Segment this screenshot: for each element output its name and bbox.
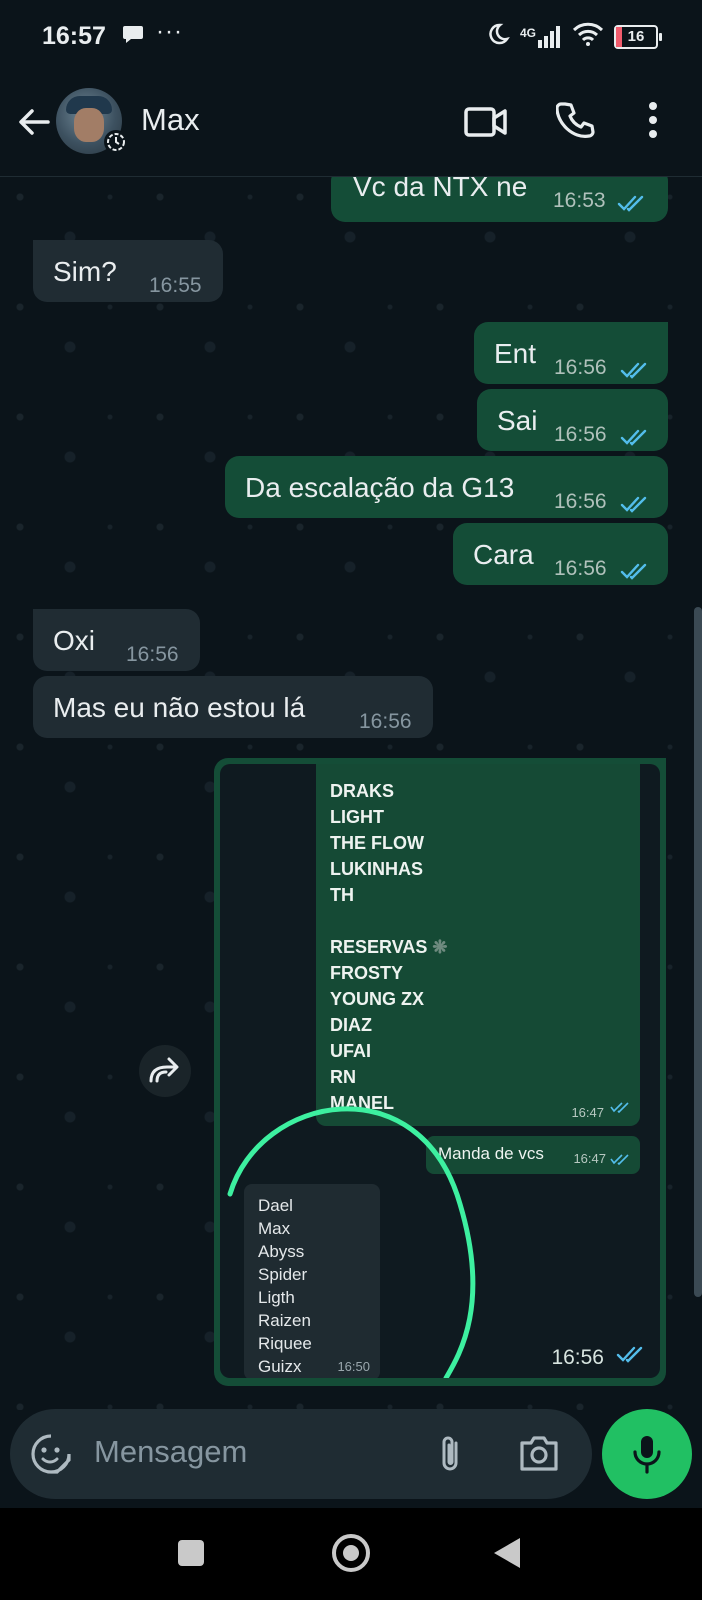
roster-message-preview: DRAKS LIGHT THE FLOW LUKINHAS TH RESERVA…: [316, 764, 640, 1126]
list-name: Dael: [258, 1196, 293, 1215]
message-time: 16:56: [126, 643, 179, 666]
image-message[interactable]: DRAKS LIGHT THE FLOW LUKINHAS TH RESERVA…: [214, 758, 666, 1386]
roster-line: FROSTY: [330, 963, 404, 983]
message-text: Mas eu não estou lá: [53, 692, 306, 723]
list-name: Max: [258, 1219, 291, 1238]
message-time: 16:56: [554, 356, 607, 379]
message-incoming[interactable]: Oxi 16:56: [33, 609, 200, 671]
read-ticks-icon: [620, 553, 650, 589]
reserves-heading: RESERVAS: [330, 937, 428, 957]
sticker-emoji-icon[interactable]: [30, 1433, 72, 1480]
list-name: Abyss: [258, 1242, 305, 1261]
roster-line: DIAZ: [330, 1015, 372, 1035]
chat-scrollbar[interactable]: [694, 607, 702, 1297]
status-ring-icon: [104, 130, 128, 154]
message-time: 16:56: [359, 710, 412, 733]
message-outgoing[interactable]: Da escalação da G13 16:56: [225, 456, 668, 518]
roster-line: UFAI: [330, 1041, 372, 1061]
back-triangle-icon[interactable]: [494, 1538, 520, 1568]
message-time: 16:56: [551, 1346, 604, 1369]
back-arrow-icon[interactable]: [14, 102, 54, 142]
network-label: 4G: [519, 25, 536, 40]
message-time: 16:53: [553, 189, 606, 212]
chat-messages-area[interactable]: Vc da NTX ne 16:53 Sim? 16:55 Ent 16:56 …: [0, 177, 702, 1410]
voice-message-button[interactable]: [602, 1409, 692, 1499]
list-name: Riquee: [258, 1334, 312, 1353]
contact-name[interactable]: Max: [141, 102, 200, 138]
list-name: Spider: [258, 1265, 308, 1284]
read-ticks-icon: [620, 419, 650, 455]
more-notifications-icon: ···: [156, 18, 183, 45]
roster-line: RESERVAS ❋: [330, 934, 640, 960]
manda-time: 16:47: [573, 1151, 606, 1166]
roster-line: TH: [330, 885, 354, 905]
roster-line: YOUNG ZX: [330, 989, 425, 1009]
overflow-menu-icon[interactable]: [646, 100, 660, 145]
message-time: 16:56: [554, 490, 607, 513]
message-text: Cara: [473, 539, 534, 570]
message-input[interactable]: Mensagem: [94, 1434, 247, 1470]
video-call-icon[interactable]: [464, 104, 508, 145]
read-ticks-icon: [620, 352, 650, 388]
message-incoming[interactable]: Mas eu não estou lá 16:56: [33, 676, 433, 738]
forward-arrow-icon: [149, 1057, 179, 1083]
manda-message-preview: Manda de vcs 16:47: [426, 1136, 640, 1174]
read-ticks-icon: [617, 185, 647, 221]
roster-line: RN: [330, 1067, 356, 1087]
message-composer: Mensagem: [10, 1409, 592, 1499]
wifi-icon: [572, 22, 604, 51]
message-text: Vc da NTX ne: [353, 177, 528, 202]
read-ticks-icon: [620, 486, 650, 522]
message-text: Sai: [497, 405, 538, 436]
manda-text: Manda de vcs: [438, 1144, 544, 1163]
message-outgoing[interactable]: Sai 16:56: [477, 389, 668, 451]
message-text: Da escalação da G13: [245, 472, 515, 503]
list-name: Ligth: [258, 1288, 295, 1307]
message-outgoing[interactable]: Cara 16:56: [453, 523, 668, 585]
message-outgoing[interactable]: Ent 16:56: [474, 322, 668, 384]
roster-time: 16:47: [571, 1105, 604, 1120]
list-name: Raizen: [258, 1311, 311, 1330]
system-navigation-bar: [0, 1508, 702, 1600]
sparkle-icon: ❋: [432, 937, 448, 957]
forward-button[interactable]: [139, 1045, 191, 1097]
roster-line: THE FLOW: [330, 833, 424, 853]
microphone-icon: [633, 1436, 661, 1474]
message-text: Ent: [494, 338, 537, 369]
message-incoming[interactable]: Sim? 16:55: [33, 240, 223, 302]
read-ticks-icon: [616, 1345, 646, 1368]
status-time: 16:57: [42, 22, 106, 50]
names-list-preview: Dael Max Abyss Spider Ligth Raizen Rique…: [244, 1184, 380, 1378]
roster-line: LUKINHAS: [330, 859, 423, 879]
do-not-disturb-moon-icon: [486, 22, 510, 51]
network-4g-icon: 4G: [519, 25, 562, 48]
attach-paperclip-icon[interactable]: [434, 1433, 468, 1480]
message-text: Sim?: [53, 256, 117, 287]
screenshot-image[interactable]: DRAKS LIGHT THE FLOW LUKINHAS TH RESERVA…: [220, 764, 660, 1378]
message-time: 16:56: [554, 557, 607, 580]
chat-notification-icon: [122, 24, 144, 50]
read-ticks-icon: [610, 1100, 630, 1118]
chat-header: Max: [0, 78, 702, 177]
recent-apps-square-icon[interactable]: [178, 1540, 204, 1566]
list-time: 16:50: [337, 1359, 370, 1374]
message-time: 16:56: [554, 423, 607, 446]
camera-icon[interactable]: [518, 1433, 560, 1478]
message-outgoing[interactable]: Vc da NTX ne 16:53: [331, 177, 668, 222]
home-circle-icon[interactable]: [332, 1534, 370, 1572]
battery-indicator: 16: [614, 24, 662, 49]
message-text: Oxi: [53, 625, 95, 656]
status-bar: 16:57 ··· 4G 16: [0, 0, 702, 78]
message-time: 16:55: [149, 274, 202, 297]
roster-line: DRAKS: [330, 781, 395, 801]
read-ticks-icon: [610, 1152, 630, 1170]
voice-call-icon[interactable]: [555, 100, 596, 145]
roster-line: LIGHT: [330, 807, 384, 827]
